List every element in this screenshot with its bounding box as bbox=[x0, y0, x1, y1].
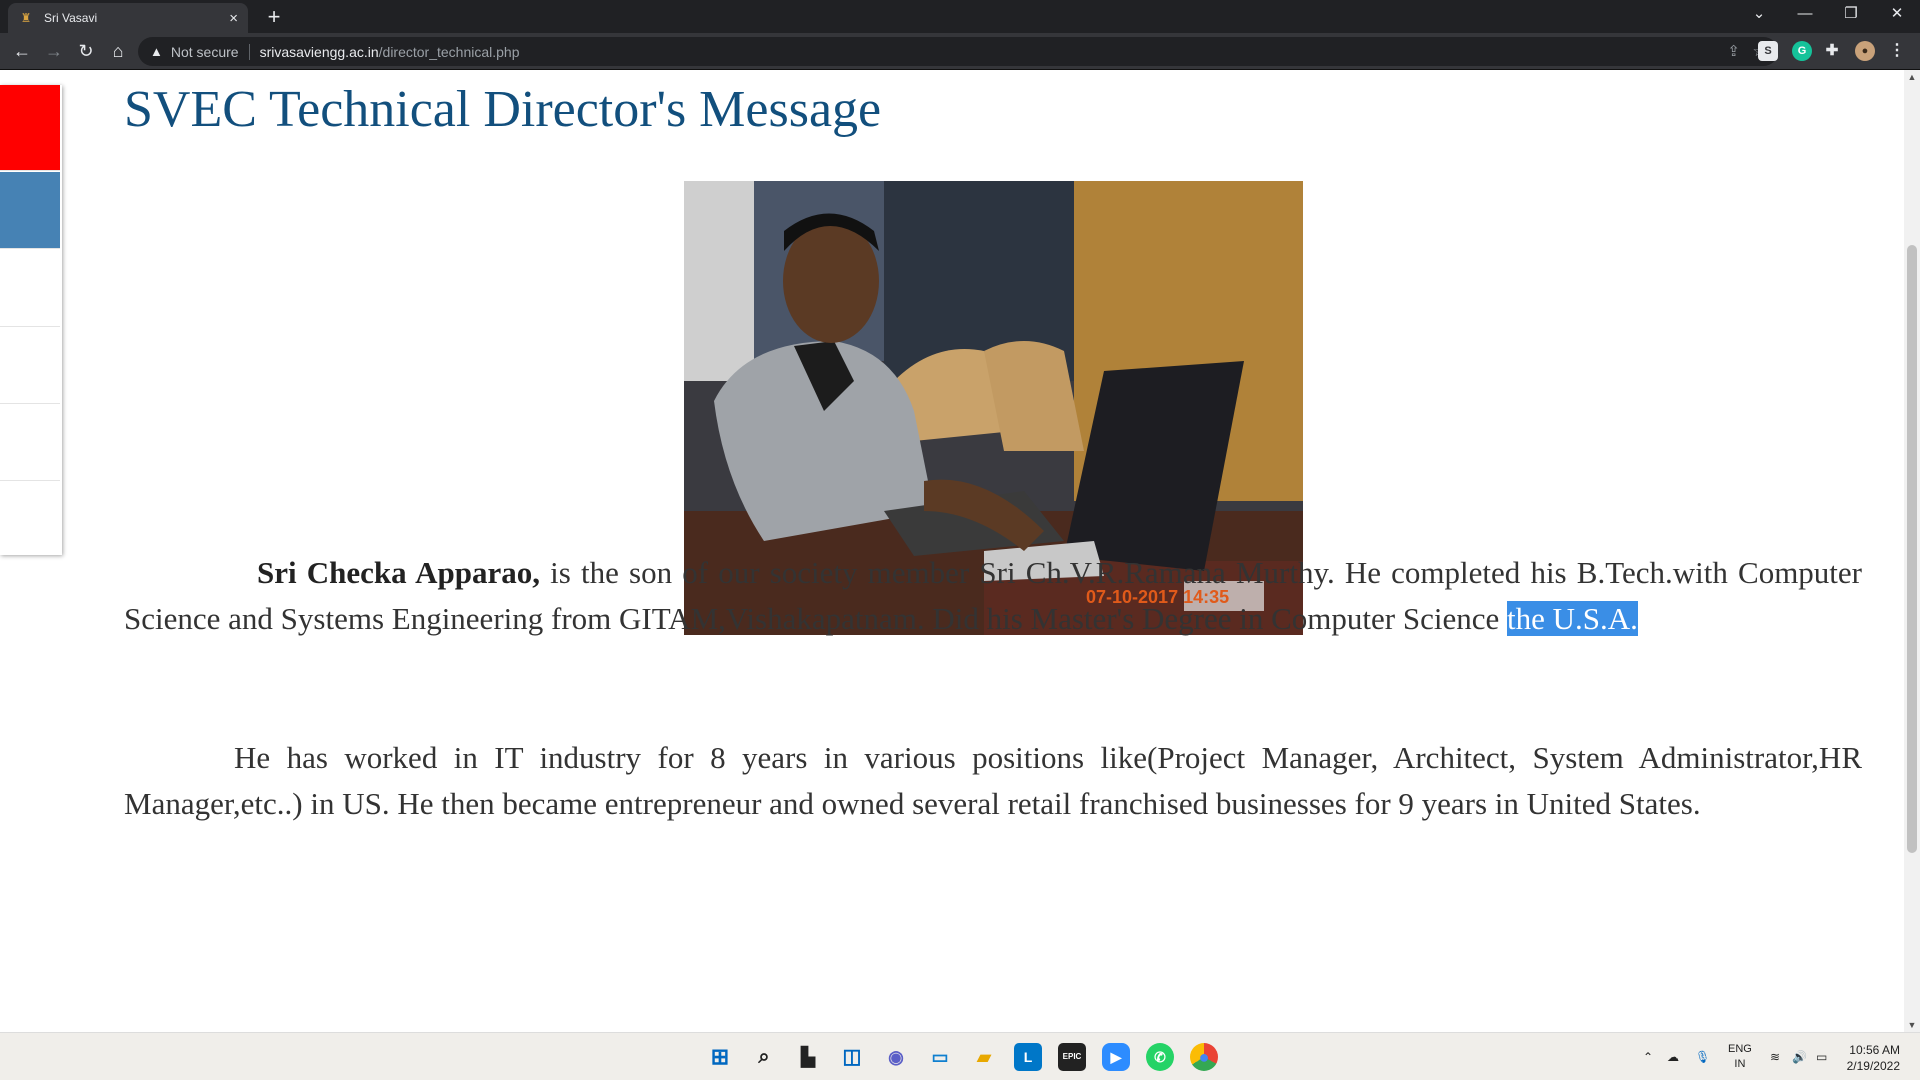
chat-icon[interactable]: ◉ bbox=[882, 1043, 910, 1071]
social-sidebar bbox=[0, 85, 62, 555]
whatsapp-icon[interactable]: ✆ bbox=[1146, 1043, 1174, 1071]
share-icon[interactable]: ⇪ bbox=[1727, 37, 1740, 66]
widgets-icon[interactable]: ◫ bbox=[838, 1043, 866, 1071]
extensions-puzzle-icon[interactable]: ✚ bbox=[1822, 41, 1842, 61]
date-label: 2/19/2022 bbox=[1846, 1059, 1900, 1073]
url-host[interactable]: srivasaviengg.ac.in bbox=[260, 44, 379, 60]
onedrive-icon[interactable]: ☁ bbox=[1667, 1033, 1679, 1080]
close-window-button[interactable]: ✕ bbox=[1874, 0, 1920, 30]
tab-search-icon[interactable]: ⌄ bbox=[1736, 0, 1782, 30]
extension-icon[interactable]: S bbox=[1758, 41, 1778, 61]
epic-games-icon[interactable]: EPIC bbox=[1058, 1043, 1086, 1071]
profile-avatar[interactable]: ● bbox=[1855, 41, 1875, 61]
divider bbox=[248, 43, 250, 60]
tab-strip: ♜ Sri Vasavi × + ⌄ — ❐ ✕ bbox=[0, 0, 1920, 33]
sidebar-item[interactable] bbox=[0, 482, 60, 555]
microphone-icon[interactable]: 🎙 bbox=[1695, 1033, 1710, 1080]
chrome-icon[interactable]: ● bbox=[1190, 1043, 1218, 1071]
minimize-button[interactable]: — bbox=[1782, 0, 1828, 30]
tab-title: Sri Vasavi bbox=[44, 11, 98, 25]
reload-button[interactable]: ↻ bbox=[72, 38, 100, 64]
page-scrollbar[interactable]: ▲ ▼ bbox=[1904, 70, 1920, 1032]
monitor-icon[interactable]: ▭ bbox=[926, 1043, 954, 1071]
region-label: IN bbox=[1734, 1058, 1746, 1070]
file-explorer-icon[interactable]: ▰ bbox=[970, 1043, 998, 1071]
site-favicon-icon: ♜ bbox=[20, 11, 32, 25]
director-bio-paragraph-2: He has worked in IT industry for 8 years… bbox=[124, 740, 1862, 821]
sidebar-item[interactable] bbox=[0, 405, 60, 481]
time-label: 10:56 AM bbox=[1849, 1043, 1900, 1057]
language-label: ENG bbox=[1728, 1043, 1752, 1055]
new-tab-button[interactable]: + bbox=[260, 4, 288, 30]
security-label[interactable]: Not secure bbox=[171, 44, 239, 60]
task-view-icon[interactable]: ▙ bbox=[794, 1043, 822, 1071]
language-indicator[interactable]: ENG IN bbox=[1728, 1033, 1752, 1080]
director-name: Sri Checka Apparao, bbox=[257, 555, 540, 590]
tray-chevron-icon[interactable]: ⌃ bbox=[1643, 1033, 1653, 1080]
sidebar-item[interactable] bbox=[0, 328, 60, 404]
wifi-icon[interactable]: ≋ bbox=[1770, 1033, 1780, 1080]
url-path[interactable]: /director_technical.php bbox=[379, 44, 520, 60]
grammarly-icon[interactable]: G bbox=[1792, 41, 1812, 61]
scroll-up-arrow-icon[interactable]: ▲ bbox=[1904, 70, 1920, 84]
warning-icon[interactable]: ▲ bbox=[150, 44, 163, 59]
forward-button[interactable]: → bbox=[40, 38, 68, 64]
home-button[interactable]: ⌂ bbox=[104, 38, 132, 64]
page-content: SVEC Technical Director's Message 07-10-… bbox=[0, 70, 1920, 1032]
volume-icon[interactable]: 🔊 bbox=[1792, 1033, 1807, 1080]
browser-tab[interactable]: ♜ Sri Vasavi × bbox=[8, 3, 248, 33]
scroll-down-arrow-icon[interactable]: ▼ bbox=[1904, 1018, 1920, 1032]
address-bar[interactable]: ▲ Not secure srivasaviengg.ac.in /direct… bbox=[138, 37, 1778, 66]
start-windows-icon[interactable]: ⊞ bbox=[706, 1043, 734, 1071]
zoom-icon[interactable]: ▶ bbox=[1102, 1043, 1130, 1071]
clock[interactable]: 10:56 AM 2/19/2022 bbox=[1847, 1042, 1900, 1074]
selected-text: the U.S.A. bbox=[1506, 601, 1638, 636]
sidebar-item-blue[interactable] bbox=[0, 172, 60, 249]
battery-icon[interactable]: ▭ bbox=[1816, 1033, 1827, 1080]
director-bio-paragraph-1: Sri Checka Apparao, is the son of our so… bbox=[124, 550, 1862, 642]
sidebar-item[interactable] bbox=[0, 250, 60, 327]
back-button[interactable]: ← bbox=[8, 38, 36, 64]
tab-close-icon[interactable]: × bbox=[229, 10, 238, 27]
scrollbar-thumb[interactable] bbox=[1907, 245, 1917, 853]
search-icon[interactable]: ⌕ bbox=[750, 1043, 778, 1071]
windows-taskbar: ⊞ ⌕ ▙ ◫ ◉ ▭ ▰ L EPIC ▶ ✆ ● ⌃ ☁ 🎙 ENG IN … bbox=[0, 1032, 1920, 1080]
page-title: SVEC Technical Director's Message bbox=[124, 81, 882, 138]
browser-toolbar: ← → ↻ ⌂ ▲ Not secure srivasaviengg.ac.in… bbox=[0, 33, 1920, 70]
menu-kebab-icon[interactable]: ⋮ bbox=[1887, 41, 1907, 61]
app-l-icon[interactable]: L bbox=[1014, 1043, 1042, 1071]
restore-button[interactable]: ❐ bbox=[1828, 0, 1874, 30]
sidebar-item-red[interactable] bbox=[0, 85, 60, 171]
